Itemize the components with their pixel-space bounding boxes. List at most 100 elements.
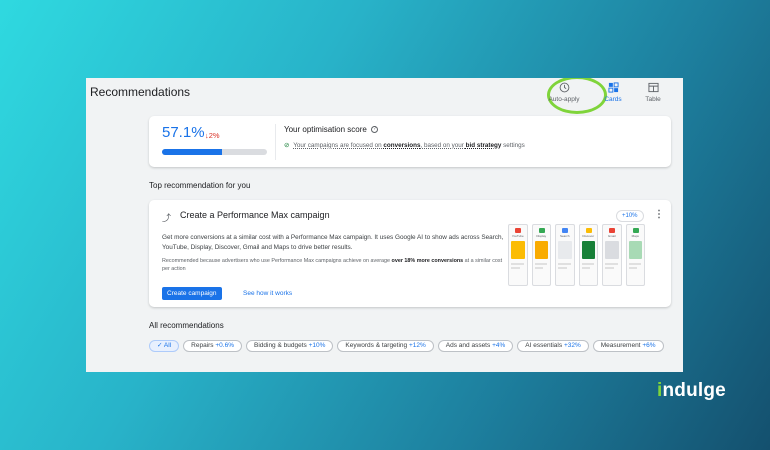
preview-caption: Maps [631,234,639,238]
score-progress-fill [162,149,222,155]
table-view-label: Table [645,96,661,103]
chip-uplift: +6% [642,342,656,349]
filter-chip-bidding-budgets[interactable]: Bidding & budgets +10% [245,340,334,352]
preview-text-line [628,267,637,269]
preview-caption: Search [559,234,570,238]
chip-label: AI essentials [525,342,563,349]
reason-bold: conversions [431,258,464,264]
reason-bold: over 18% more [391,258,430,264]
filter-chip-ads-and-assets[interactable]: Ads and assets +4% [437,340,514,352]
optimisation-score-title: Your optimisation score ? [284,125,379,134]
preview-text-line [534,263,547,265]
indulge-logo: indulge [657,380,726,402]
chip-label: All [163,342,172,349]
preview-image [605,241,619,259]
preview-gmail: Gmail [602,224,622,286]
chip-label: Measurement [600,342,641,349]
check-circle-icon: ⊘ [284,142,290,149]
subtitle-bid-strategy[interactable]: bid strategy [466,142,502,149]
filter-chips: ✓ All Repairs +0.6% Bidding & budgets +10%… [149,340,669,352]
recommendation-description: Get more conversions at a similar cost w… [162,234,504,251]
auto-apply-label: Auto-apply [548,96,580,103]
preview-caption: Discover [582,234,595,238]
cards-view-label: Cards [604,96,622,103]
table-view-button[interactable]: Table [635,80,671,103]
preview-image [534,241,548,259]
preview-caption: Gmail [607,234,616,238]
ad-previews: YouTube Display Search Discover Gmail Maps [508,224,645,286]
preview-text-line [558,267,567,269]
info-icon[interactable]: ? [371,126,379,134]
chip-uplift: +0.6% [215,342,234,349]
discover-logo-icon [585,228,592,233]
recommendation-title: Create a Performance Max campaign [180,210,330,220]
all-recommendations-heading: All recommendations [149,321,224,330]
maps-logo-icon [632,228,639,233]
page-title: Recommendations [90,85,191,99]
chip-uplift: +4% [492,342,506,349]
chip-uplift: +10% [308,342,326,349]
display-logo-icon [538,228,545,233]
chip-label: Keywords & targeting [345,342,408,349]
create-campaign-button[interactable]: Create campaign [162,287,222,300]
preview-text-line [511,263,524,265]
see-how-it-works-link[interactable]: See how it works [243,287,292,300]
divider [275,124,276,160]
chip-label: Ads and assets [445,342,491,349]
recommendations-screen: Recommendations Auto-apply Cards Table 5… [86,78,683,372]
chip-uplift: +32% [563,342,581,349]
cards-icon [607,82,619,93]
preview-text-line [558,263,571,265]
preview-image [558,241,572,259]
preview-display: Display [531,224,551,286]
chip-label: Repairs [191,342,214,349]
preview-youtube: YouTube [508,224,528,286]
filter-chip-repairs[interactable]: Repairs +0.6% [183,340,242,352]
preview-text-line [605,263,618,265]
preview-maps: Maps [625,224,645,286]
recommendation-reason: Recommended because advertisers who use … [162,257,504,273]
preview-caption: YouTube [511,234,524,238]
subtitle-conversions[interactable]: conversions [383,142,420,149]
gmail-logo-icon [609,228,615,233]
filter-chip-measurement[interactable]: Measurement +6% [592,340,664,352]
chip-uplift: +12% [408,342,426,349]
optimisation-score-subtitle: ⊘ Your campaigns are focused on conversio… [284,142,525,149]
chip-label: Bidding & budgets [253,342,307,349]
subtitle-part: , based on your [420,142,466,149]
preview-search: Search [555,224,575,286]
trending-up-icon: ⤴ [162,213,172,223]
clock-icon [559,82,569,93]
preview-image [628,241,642,259]
search-logo-icon [562,228,568,233]
check-icon: ✓ [157,342,164,349]
youtube-logo-icon [515,228,521,233]
score-progress-bar [162,149,267,155]
score-value: 57.1% [162,124,205,141]
reason-text: Recommended because advertisers who use … [162,258,392,264]
filter-chip-ai-essentials[interactable]: AI essentials +32% [517,340,589,352]
preview-text-line [605,267,614,269]
optimisation-score-card: 57.1% ↓2% Your optimisation score ? ⊘ You… [149,116,671,167]
preview-text-line [534,267,543,269]
preview-image [581,241,595,259]
preview-text-line [581,267,590,269]
auto-apply-button[interactable]: Auto-apply [537,80,591,103]
top-recommendation-heading: Top recommendation for you [149,181,251,190]
filter-chip-keywords-targeting[interactable]: Keywords & targeting +12% [337,340,434,352]
optimisation-score-title-text: Your optimisation score [284,125,367,134]
score-change: ↓2% [205,131,220,140]
more-vert-icon[interactable]: ⋮ [654,209,664,220]
preview-discover: Discover [578,224,598,286]
preview-text-line [628,263,641,265]
preview-image [511,241,525,259]
preview-text-line [511,267,520,269]
logo-text: ndulge [662,380,726,401]
cards-view-button[interactable]: Cards [595,80,631,103]
top-recommendation-card: ⤴ Create a Performance Max campaign +10%… [149,200,671,307]
preview-caption: Display [536,234,547,238]
filter-chip-all[interactable]: ✓ All [149,340,180,352]
subtitle-part: settings [501,142,525,149]
preview-text-line [581,263,594,265]
table-icon [647,82,659,93]
